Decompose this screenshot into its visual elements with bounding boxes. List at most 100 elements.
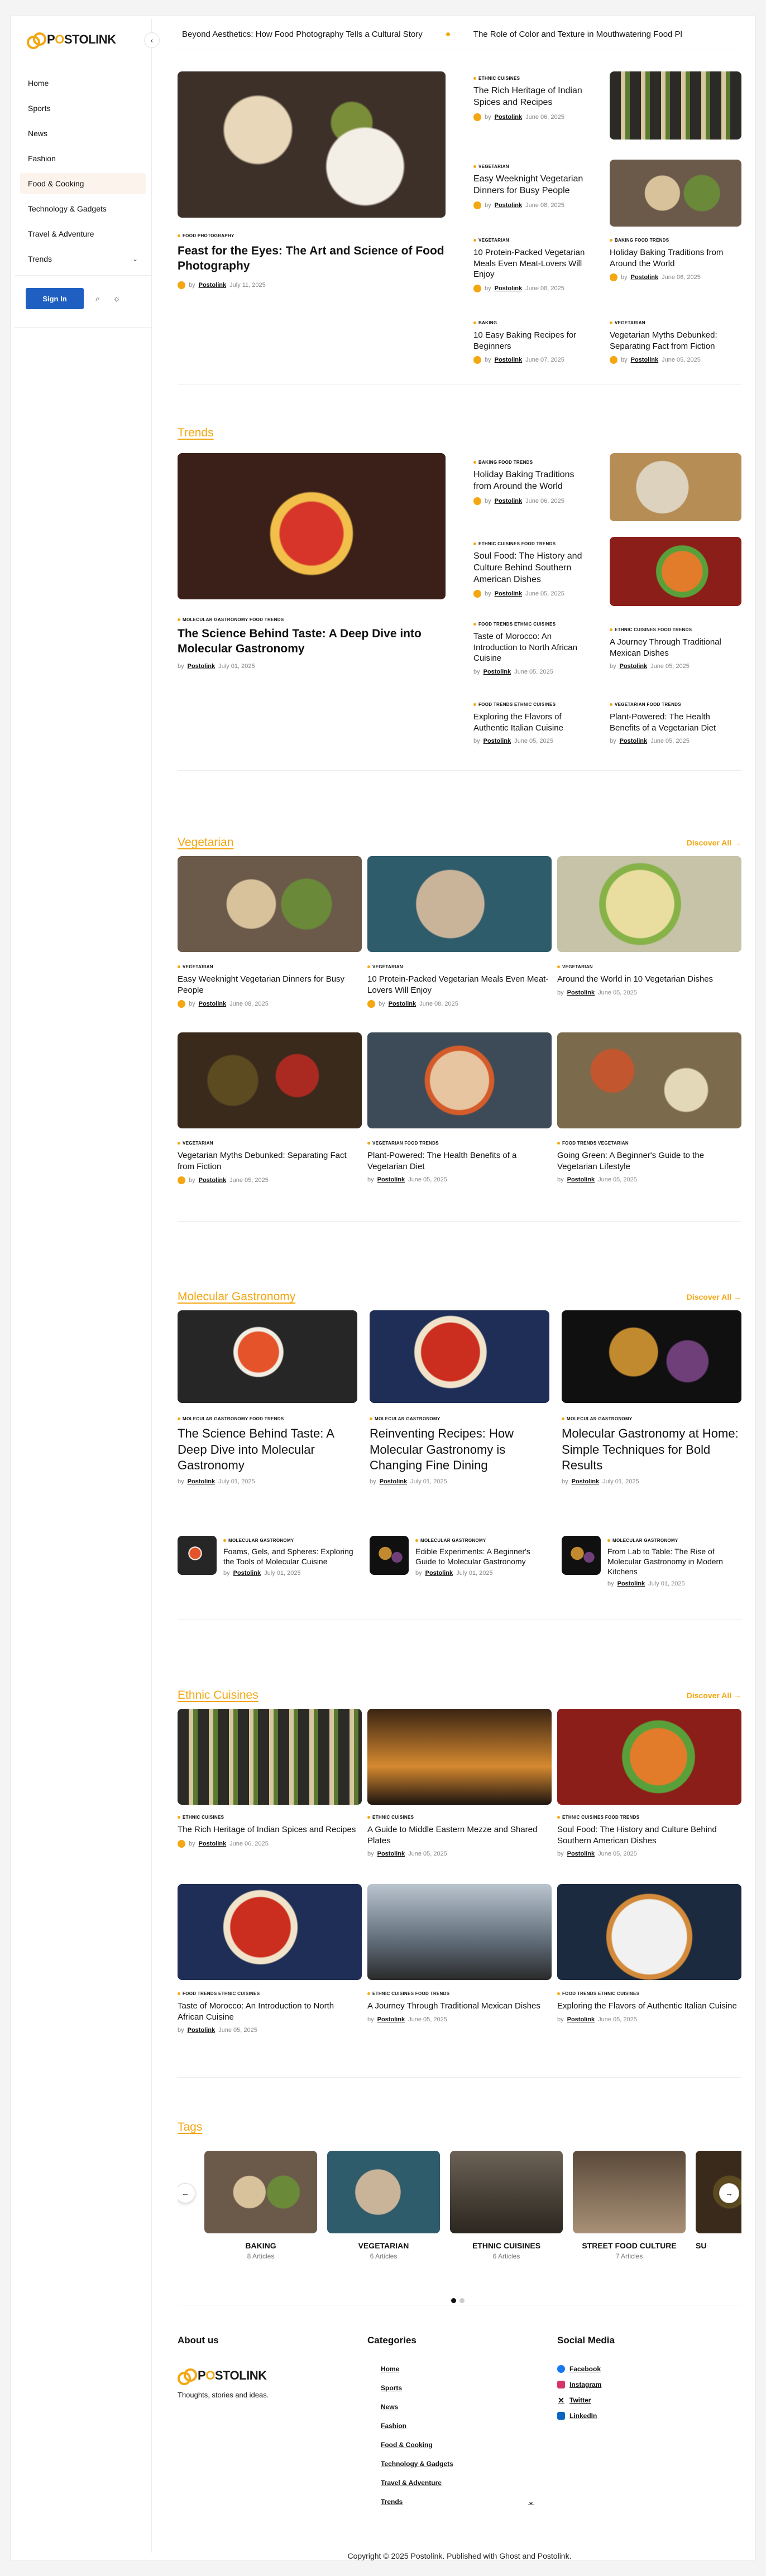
sidebar-item-home[interactable]: Home (20, 73, 146, 94)
post-thumbnail[interactable] (562, 1536, 601, 1575)
post-title[interactable]: 10 Protein-Packed Vegetarian Meals Even … (473, 247, 593, 280)
post-title[interactable]: The Rich Heritage of Indian Spices and R… (178, 1824, 362, 1835)
footer-link[interactable]: Technology & Gadgets (381, 2460, 546, 2468)
post-title[interactable]: Soul Food: The History and Culture Behin… (557, 1824, 741, 1846)
list-item[interactable]: Vegetarian Easy Weeknight Vegetarian Din… (473, 164, 593, 209)
sidebar-item-news[interactable]: News (20, 123, 146, 144)
section-title[interactable]: Ethnic Cuisines (178, 1689, 258, 1702)
post-category[interactable]: Molecular Gastronomy Food Trends (178, 617, 284, 622)
post-thumbnail[interactable] (370, 1536, 409, 1575)
ticker-item[interactable]: Beyond Aesthetics: How Food Photography … (182, 30, 423, 39)
list-item[interactable]: Ethnic Cuisines Food Trends A Journey Th… (610, 627, 741, 670)
post-thumbnail[interactable] (178, 1536, 217, 1575)
post-image[interactable] (367, 1709, 552, 1805)
list-item[interactable]: Molecular Gastronomy Molecular Gastronomy… (562, 1416, 741, 1485)
post-image[interactable] (557, 1709, 741, 1805)
post-image[interactable] (557, 1032, 741, 1128)
post-title[interactable]: 10 Protein-Packed Vegetarian Meals Even … (367, 974, 552, 996)
list-item[interactable]: Ethnic Cuisines The Rich Heritage of Ind… (473, 76, 593, 121)
list-item[interactable]: Baking Food Trends Holiday Baking Tradit… (473, 460, 593, 505)
discover-all-link[interactable]: Discover All → (687, 1292, 741, 1301)
sidebar-item-fashion[interactable]: Fashion (20, 148, 146, 169)
search-icon[interactable]: ⌕ (93, 294, 103, 304)
footer-link[interactable]: Fashion (381, 2422, 546, 2430)
post-image[interactable] (557, 856, 741, 952)
post-image[interactable] (178, 1709, 362, 1805)
post-title[interactable]: Around the World in 10 Vegetarian Dishes (557, 974, 741, 985)
post-title[interactable]: Taste of Morocco: An Introduction to Nor… (178, 2001, 362, 2022)
post-title[interactable]: Holiday Baking Traditions from Around th… (610, 247, 741, 269)
list-item[interactable]: Molecular Gastronomy Reinventing Recipes:… (370, 1416, 549, 1485)
list-item[interactable]: Molecular Gastronomy From Lab to Table: T… (607, 1538, 741, 1587)
post-image[interactable] (562, 1310, 741, 1403)
carousel-next-button[interactable]: → (719, 2183, 739, 2203)
post-title[interactable]: Holiday Baking Traditions from Around th… (473, 469, 593, 493)
list-item[interactable]: Vegetarian Easy Weeknight Vegetarian Dinn… (178, 964, 362, 1008)
footer-link-trends[interactable]: Trends ⌄ (381, 2498, 534, 2506)
footer-link[interactable]: Sports (381, 2384, 546, 2392)
post-title[interactable]: Edible Experiments: A Beginner's Guide t… (415, 1546, 549, 1566)
post-image[interactable] (557, 1884, 741, 1980)
trends-main-title[interactable]: The Science Behind Taste: A Deep Dive in… (178, 626, 446, 657)
tag-card[interactable]: STREET FOOD CULTURE 7 Articles (573, 2151, 686, 2260)
sidebar-item-travel[interactable]: Travel & Adventure (20, 223, 146, 244)
section-title[interactable]: Tags (178, 2121, 202, 2134)
list-item[interactable]: Food Trends Ethnic Cuisines Taste of Mor… (473, 622, 593, 675)
ticker-item[interactable]: The Role of Color and Texture in Mouthwa… (473, 30, 682, 39)
post-title[interactable]: Molecular Gastronomy at Home: Simple Tec… (562, 1426, 741, 1474)
list-item[interactable]: Baking 10 Easy Baking Recipes for Beginn… (473, 320, 593, 364)
post-image[interactable] (610, 537, 741, 606)
sign-in-button[interactable]: Sign In (26, 288, 84, 309)
post-title[interactable]: Foams, Gels, and Spheres: Exploring the … (223, 1546, 357, 1566)
post-category[interactable]: Food Photography (178, 233, 234, 238)
discover-all-link[interactable]: Discover All → (687, 838, 741, 847)
featured-main-image[interactable] (178, 71, 446, 218)
list-item[interactable]: Ethnic Cuisines A Guide to Middle Eastern… (367, 1815, 552, 1857)
post-title[interactable]: Taste of Morocco: An Introduction to Nor… (473, 631, 593, 664)
author-link[interactable]: Postolink (199, 282, 227, 289)
list-item[interactable]: Ethnic Cuisines Food Trends Soul Food: T… (473, 541, 593, 598)
post-image[interactable] (178, 1884, 362, 1980)
facebook-link[interactable]: Facebook (557, 2365, 741, 2373)
sidebar-item-technology[interactable]: Technology & Gadgets (20, 198, 146, 219)
tag-card[interactable]: BAKING 8 Articles (204, 2151, 317, 2260)
list-item[interactable]: Molecular Gastronomy Food Trends The Scie… (178, 1416, 357, 1485)
list-item[interactable]: Vegetarian Vegetarian Myths Debunked: Sep… (178, 1141, 362, 1184)
post-title[interactable]: Going Green: A Beginner's Guide to the V… (557, 1150, 741, 1172)
post-image[interactable] (178, 1310, 357, 1403)
post-title[interactable]: Vegetarian Myths Debunked: Separating Fa… (178, 1150, 362, 1172)
list-item[interactable]: Vegetarian 10 Protein-Packed Vegetarian M… (367, 964, 552, 1008)
discover-all-link[interactable]: Discover All → (687, 1691, 741, 1700)
footer-link[interactable]: Home (381, 2365, 546, 2373)
sidebar-collapse-button[interactable]: ‹ (144, 32, 160, 48)
post-title[interactable]: Reinventing Recipes: How Molecular Gastr… (370, 1426, 549, 1474)
logo[interactable]: POSTOLINK (27, 32, 151, 49)
post-title[interactable]: A Journey Through Traditional Mexican Di… (610, 637, 741, 659)
post-title[interactable]: Easy Weeknight Vegetarian Dinners for Bu… (178, 974, 362, 996)
theme-toggle-icon[interactable]: ☼ (112, 294, 122, 304)
post-image[interactable] (610, 453, 741, 521)
footer-link[interactable]: News (381, 2403, 546, 2411)
post-title[interactable]: Exploring the Flavors of Authentic Itali… (473, 712, 593, 733)
post-title[interactable]: Vegetarian Myths Debunked: Separating Fa… (610, 330, 741, 352)
list-item[interactable]: Molecular Gastronomy Foams, Gels, and Sph… (223, 1538, 357, 1577)
post-image[interactable] (178, 856, 362, 952)
post-title[interactable]: Easy Weeknight Vegetarian Dinners for Bu… (473, 174, 593, 197)
list-item[interactable]: Vegetarian Food Trends Plant-Powered: Th… (610, 702, 741, 744)
post-title[interactable]: Plant-Powered: The Health Benefits of a … (610, 712, 741, 733)
post-image[interactable] (367, 1884, 552, 1980)
post-image[interactable] (610, 160, 741, 227)
post-image[interactable] (367, 856, 552, 952)
section-title[interactable]: Vegetarian (178, 836, 233, 849)
list-item[interactable]: Food Trends Vegetarian Going Green: A Beg… (557, 1141, 741, 1183)
list-item[interactable]: Ethnic Cuisines Food Trends A Journey Thr… (367, 1991, 552, 2023)
pagination-dot-active[interactable] (451, 2298, 456, 2303)
carousel-prev-button[interactable]: ← (178, 2183, 195, 2203)
list-item[interactable]: Food Trends Ethnic Cuisines Exploring th… (473, 702, 593, 744)
post-title[interactable]: The Science Behind Taste: A Deep Dive in… (178, 1426, 357, 1474)
pagination-dot[interactable] (459, 2298, 465, 2303)
sidebar-item-food-cooking[interactable]: Food & Cooking (20, 173, 146, 194)
footer-logo[interactable]: POSTOLINK (178, 2368, 356, 2385)
post-image[interactable] (367, 1032, 552, 1128)
twitter-link[interactable]: ✕ Twitter (557, 2396, 741, 2404)
